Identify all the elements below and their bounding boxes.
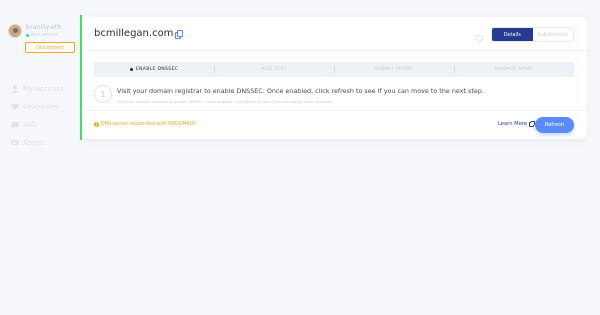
sidebar-item-label: FAQ [23, 120, 37, 129]
disconnect-button[interactable]: Disconnect [25, 42, 75, 53]
sidebar-item-label: Favourites [23, 102, 60, 111]
step-instruction-detail: Visit your domain registrar to enable DN… [117, 99, 334, 104]
account-name: brantly.eth [26, 24, 62, 31]
step-submit-proof: SUBMIT PROOF [334, 62, 454, 77]
account-info: brantly.eth Main Network [8, 24, 62, 38]
step-instruction: Visit your domain registrar to enable DN… [117, 87, 484, 95]
footer-divider [82, 110, 587, 111]
step-add-text: ADD TEXT [214, 62, 334, 77]
sidebar: brantly.eth Main Network Disconnect My A… [0, 0, 80, 315]
sidebar-item-label: My Account [23, 84, 64, 93]
sidebar-item-favourites[interactable]: Favourites [11, 102, 64, 111]
header-divider [82, 50, 587, 51]
corner-decoration [520, 310, 592, 315]
user-icon [11, 85, 19, 93]
tab-details[interactable]: Details [492, 28, 533, 41]
tab-subdomains[interactable]: Subdomains [532, 28, 573, 41]
avatar [8, 24, 22, 38]
sidebar-item-about[interactable]: About [11, 138, 64, 147]
network-label: Main Network [31, 32, 59, 37]
sidebar-nav: My Account Favourites FAQ About [11, 84, 64, 156]
step-number: 1 [94, 85, 112, 103]
external-link-icon [529, 120, 536, 127]
copy-icon[interactable] [175, 30, 184, 39]
dns-status-message: ! DNS server responded with NXDOMAIN [94, 122, 195, 127]
sidebar-item-my-account[interactable]: My Account [11, 84, 64, 93]
step-manage-name: MANAGE NAME [454, 62, 574, 77]
warning-icon: ! [94, 122, 99, 127]
domain-card: bcmillegan.com Details Subdomains ENABLE… [82, 17, 587, 139]
faq-icon [11, 121, 19, 129]
learn-more-link[interactable]: Learn More [498, 120, 536, 127]
network-status: Main Network [26, 33, 62, 37]
domain-name: bcmillegan.com [94, 28, 174, 39]
network-dot-icon [26, 33, 29, 37]
chat-icon [11, 139, 19, 147]
sidebar-item-label: About [23, 138, 44, 147]
step-enable-dnssec: ENABLE DNSSEC [94, 62, 214, 77]
registration-steps: ENABLE DNSSEC ADD TEXT SUBMIT PROOF MANA… [94, 62, 574, 77]
favourite-heart-icon[interactable] [474, 29, 484, 44]
sidebar-item-faq[interactable]: FAQ [11, 120, 64, 129]
card-header: bcmillegan.com Details Subdomains [82, 17, 587, 50]
refresh-button[interactable]: Refresh [535, 117, 574, 133]
dns-status-text: DNS server responded with NXDOMAIN [101, 122, 195, 127]
active-step-dot-icon [129, 68, 133, 71]
heart-icon [11, 103, 19, 111]
domain-tabs: Details Subdomains [491, 27, 574, 42]
